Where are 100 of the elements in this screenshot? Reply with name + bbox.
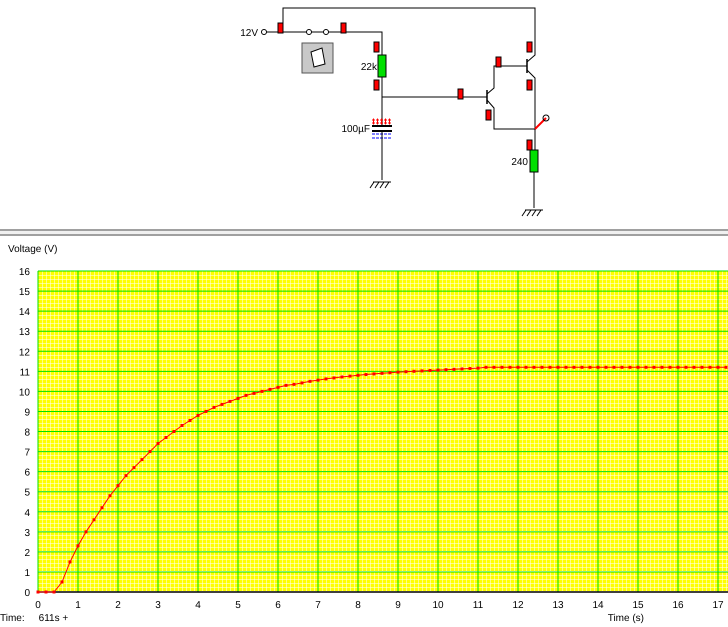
tick-label: 13: [18, 327, 30, 338]
data-point: [476, 366, 480, 370]
data-point: [108, 494, 112, 498]
data-point: [508, 366, 512, 369]
data-point: [644, 366, 648, 369]
data-point: [692, 366, 696, 369]
tick-label: 9: [395, 600, 401, 610]
tick-label: 11: [472, 600, 484, 610]
tick-label: 7: [315, 600, 321, 610]
data-point: [388, 371, 392, 374]
data-point: [300, 381, 304, 384]
data-point: [468, 367, 472, 370]
tick-label: 5: [24, 488, 30, 499]
tick-label: 15: [18, 287, 30, 298]
toggle-switch-button[interactable]: [302, 42, 334, 74]
data-point: [596, 366, 600, 369]
tick-label: 17: [712, 600, 724, 610]
tick-label: 0: [24, 588, 30, 599]
tick-label: 0: [35, 600, 41, 610]
data-point: [204, 410, 208, 413]
data-point: [268, 388, 272, 391]
data-point: [212, 406, 216, 409]
data-point: [68, 560, 72, 564]
data-point: [260, 390, 264, 393]
data-point: [36, 590, 40, 594]
tick-label: 8: [355, 600, 361, 610]
data-point: [484, 366, 488, 369]
data-point: [564, 366, 568, 369]
data-point: [116, 484, 120, 488]
data-point: [220, 402, 224, 406]
axis-title: Voltage (V): [8, 244, 58, 254]
data-point: [572, 366, 576, 369]
data-point: [164, 436, 168, 440]
data-point: [332, 376, 336, 380]
data-point: [324, 377, 328, 380]
data-point: [556, 366, 560, 369]
tick-label: 6: [275, 600, 281, 610]
data-point: [172, 430, 176, 433]
data-point: [420, 369, 424, 372]
data-point: [356, 374, 360, 377]
data-point: [188, 418, 192, 422]
data-point: [308, 380, 312, 383]
data-point: [196, 414, 200, 417]
data-point: [668, 366, 672, 369]
data-point: [428, 369, 432, 372]
axis-title: Time (s): [608, 613, 644, 624]
component-label: 100µF: [341, 124, 370, 135]
data-point: [340, 375, 344, 378]
tick-label: 3: [155, 600, 161, 610]
tick-label: 5: [235, 600, 241, 610]
data-point: [724, 366, 728, 369]
data-point: [652, 366, 656, 369]
tick-label: 10: [432, 600, 444, 610]
tick-label: 2: [115, 600, 121, 610]
data-point: [276, 386, 280, 389]
data-point: [628, 366, 632, 369]
tick-label: 3: [24, 528, 30, 539]
data-point: [500, 366, 504, 369]
data-point: [404, 370, 408, 374]
data-point: [588, 366, 592, 369]
data-point: [524, 366, 528, 369]
tick-label: 10: [18, 387, 30, 398]
data-point: [540, 366, 544, 369]
data-point: [444, 368, 448, 372]
tick-label: 8: [24, 428, 30, 438]
data-point: [60, 580, 64, 584]
data-point: [684, 366, 688, 369]
data-point: [244, 394, 248, 397]
data-point: [316, 378, 320, 382]
tick-label: 13: [552, 600, 564, 610]
status-value: 611s +: [38, 613, 68, 624]
data-point: [284, 384, 288, 387]
data-point: [396, 370, 400, 374]
data-point: [620, 366, 624, 369]
data-point: [156, 442, 160, 446]
tick-label: 16: [18, 267, 30, 278]
data-point: [372, 372, 376, 376]
data-point: [660, 366, 664, 369]
data-point: [612, 366, 616, 369]
data-point: [700, 366, 704, 369]
data-point: [292, 382, 296, 386]
data-point: [100, 506, 104, 510]
data-point: [124, 474, 128, 478]
tick-label: 12: [18, 347, 30, 358]
tick-label: 16: [672, 600, 684, 610]
tick-label: 15: [632, 600, 644, 610]
data-point: [548, 366, 552, 369]
tick-label: 1: [24, 568, 30, 579]
data-point: [636, 366, 640, 369]
data-point: [364, 373, 368, 376]
data-point: [236, 396, 240, 400]
tick-label: 9: [24, 407, 30, 418]
data-point: [452, 368, 456, 371]
tick-label: 1: [75, 600, 81, 610]
data-point: [180, 424, 184, 427]
data-point: [140, 458, 144, 462]
tick-label: 12: [512, 600, 524, 610]
data-point: [148, 450, 152, 454]
data-point: [132, 466, 136, 470]
data-point: [412, 370, 416, 373]
